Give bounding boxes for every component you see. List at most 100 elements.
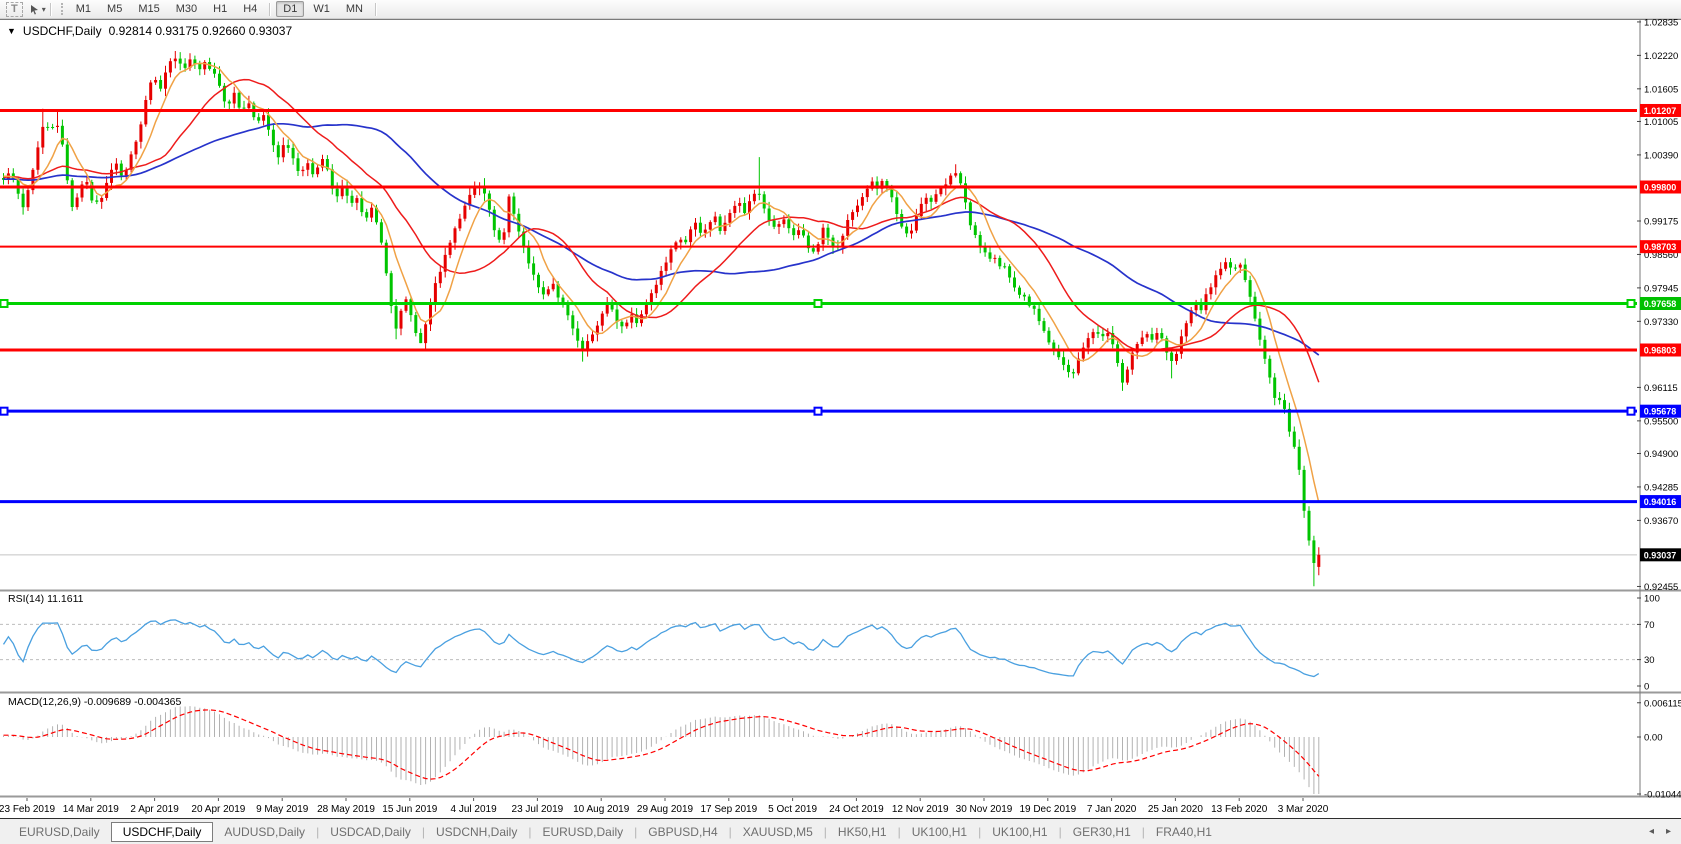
price-axis-tick: 1.00390 [1644,150,1678,161]
rsi-line [4,620,1319,677]
line-drag-handle[interactable] [815,408,822,415]
date-axis-label: 7 Jan 2020 [1087,804,1137,815]
price-badge: 0.95678 [1644,407,1677,417]
date-axis-label: 4 Jul 2019 [451,804,498,815]
price-badge: 0.93037 [1644,550,1677,560]
macd-axis-tick: -0.010441 [1644,790,1681,801]
date-axis-label: 29 Aug 2019 [637,804,694,815]
timeframe-button-h1[interactable]: H1 [206,1,234,17]
timeframe-button-mn[interactable]: MN [339,1,370,17]
tab-xauusd-m5-7[interactable]: XAUUSD,M5 [732,822,824,842]
date-axis-label: 10 Aug 2019 [573,804,630,815]
tab-uk100-h1-10[interactable]: UK100,H1 [981,822,1058,842]
toolbar-separator [375,3,377,16]
date-axis-label: 12 Nov 2019 [892,804,949,815]
macd-axis-tick: 0.00 [1644,733,1663,744]
tab-usdcad-daily-3[interactable]: USDCAD,Daily [319,822,422,842]
toolbar-separator [50,3,52,16]
chart-ohlc-values: 0.92814 0.93175 0.92660 0.93037 [109,24,293,38]
price-axis-tick: 1.01005 [1644,117,1678,128]
timeframe-button-d1[interactable]: D1 [276,1,304,17]
price-chart-svg[interactable]: 1.028351.022201.016051.010051.003900.991… [0,0,1681,844]
line-drag-handle[interactable] [1,300,8,307]
price-axis-tick: 0.99175 [1644,216,1678,227]
tab-uk100-h1-9[interactable]: UK100,H1 [901,822,978,842]
timeframe-button-m1[interactable]: M1 [69,1,98,17]
tab-gbpusd-h4-6[interactable]: GBPUSD,H4 [637,822,728,842]
tab-eurusd-daily-5[interactable]: EURUSD,Daily [531,822,634,842]
timeframe-button-h4[interactable]: H4 [236,1,264,17]
price-axis-tick: 0.97330 [1644,317,1678,328]
price-axis-tick: 0.95500 [1644,416,1678,427]
tab-scroll-left-icon[interactable]: ◂ [1649,826,1654,837]
date-axis-label: 23 Jul 2019 [512,804,564,815]
line-drag-handle[interactable] [815,300,822,307]
price-badge: 0.96803 [1644,345,1677,355]
date-axis-label: 3 Mar 2020 [1278,804,1329,815]
macd-axis-tick: 0.006115 [1644,698,1681,709]
price-badge: 0.94016 [1644,497,1677,507]
tab-eurusd-daily-0[interactable]: EURUSD,Daily [8,822,111,842]
tab-audusd-daily-2[interactable]: AUDUSD,Daily [213,822,316,842]
price-badge: 0.97658 [1644,299,1677,309]
chart-symbol-label: USDCHF,Daily [23,24,102,38]
date-axis[interactable]: 23 Feb 201914 Mar 20192 Apr 201920 Apr 2… [0,798,1329,815]
toolbar-drag-handle[interactable] [61,3,63,15]
price-badge: 0.98703 [1644,242,1677,252]
date-axis-label: 20 Apr 2019 [191,804,245,815]
rsi-panel [0,620,1637,677]
timeframe-button-w1[interactable]: W1 [306,1,337,17]
price-axis-tick: 1.02220 [1644,51,1678,62]
price-axis-tick: 1.01605 [1644,84,1678,95]
date-axis-label: 17 Sep 2019 [700,804,757,815]
tab-scroll-right-icon[interactable]: ▸ [1666,826,1671,837]
tab-usdchf-daily-1[interactable]: USDCHF,Daily [111,822,214,842]
cursor-arrow-icon [29,4,40,15]
rsi-axis-tick: 100 [1644,594,1660,605]
tab-usdcnh-daily-4[interactable]: USDCNH,Daily [425,822,528,842]
date-axis-label: 25 Jan 2020 [1148,804,1203,815]
timeframe-button-m15[interactable]: M15 [131,1,166,17]
rsi-axis-tick: 70 [1644,620,1655,631]
rsi-axis-tick: 0 [1644,682,1649,693]
tab-fra40-h1-12[interactable]: FRA40,H1 [1145,822,1223,842]
date-axis-label: 2 Apr 2019 [130,804,179,815]
chevron-down-icon: ▾ [42,5,46,14]
toolbar-separator [269,3,271,16]
date-axis-label: 24 Oct 2019 [829,804,884,815]
timeframe-button-m30[interactable]: M30 [169,1,204,17]
timeframe-button-m5[interactable]: M5 [100,1,129,17]
horizontal-level-lines[interactable] [0,110,1637,501]
date-axis-label: 5 Oct 2019 [768,804,817,815]
line-drag-handle[interactable] [1628,300,1635,307]
chart-tab-bar: EURUSD,DailyUSDCHF,DailyAUDUSD,Daily|USD… [0,818,1681,844]
price-badge: 0.99800 [1644,183,1677,193]
price-axis-tick: 0.97945 [1644,283,1678,294]
date-axis-label: 28 May 2019 [317,804,375,815]
macd-panel [4,706,1319,794]
tab-ger30-h1-11[interactable]: GER30,H1 [1062,822,1142,842]
date-axis-label: 30 Nov 2019 [956,804,1013,815]
cursor-tools-button[interactable]: ▾ [29,4,46,15]
text-tool-button[interactable]: T [6,2,23,17]
date-axis-label: 14 Mar 2019 [63,804,120,815]
top-toolbar: T ▾ M1M5M15M30H1H4 D1W1MN [0,0,1681,19]
macd-histogram [4,706,1319,794]
price-axis-tick: 0.94285 [1644,482,1678,493]
date-axis-label: 15 Jun 2019 [382,804,437,815]
tab-hk50-h1-8[interactable]: HK50,H1 [827,822,898,842]
line-drag-handle[interactable] [1628,408,1635,415]
panel-separators [0,19,1681,819]
collapse-triangle-icon[interactable]: ▼ [7,27,16,36]
price-axis-tick: 0.96115 [1644,383,1678,394]
macd-indicator-label: MACD(12,26,9) -0.009689 -0.004365 [8,696,181,708]
price-badge: 1.01207 [1644,106,1677,116]
rsi-indicator-label: RSI(14) 11.1611 [8,593,84,605]
line-drag-handle[interactable] [1,408,8,415]
tab-scroll-arrows: ◂ ▸ [1649,826,1671,837]
macd-signal-line [4,710,1319,779]
indicator-axis[interactable]: 100703000.0061150.00-0.010441 [1637,594,1681,801]
price-axis-tick: 0.93670 [1644,516,1678,527]
price-axis-tick: 0.94900 [1644,449,1678,460]
date-axis-label: 19 Dec 2019 [1019,804,1076,815]
